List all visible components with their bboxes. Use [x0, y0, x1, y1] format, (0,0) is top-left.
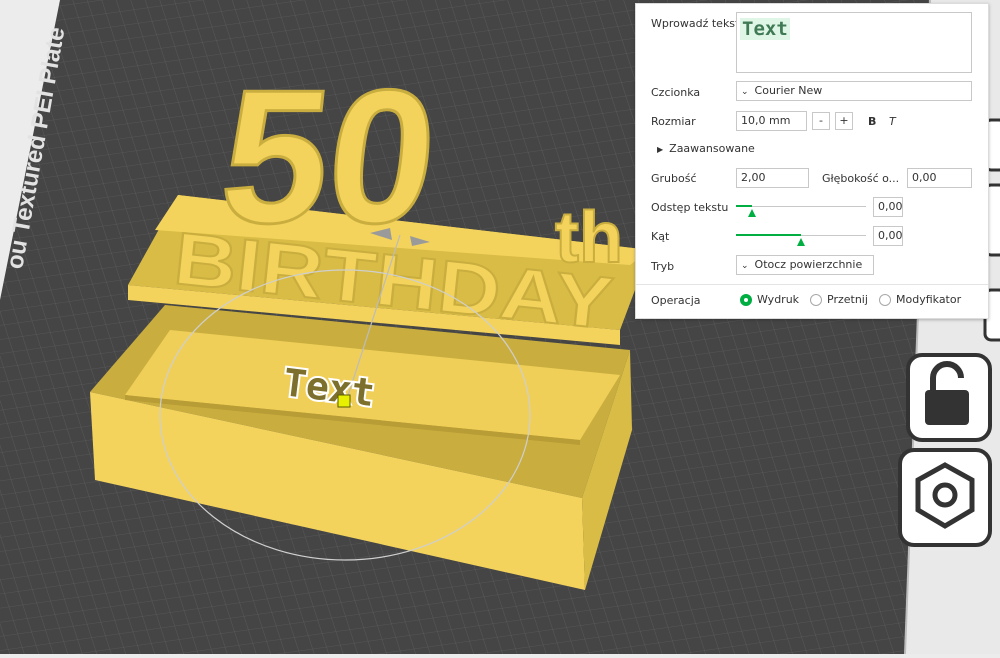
spacing-label: Odstęp tekstu: [651, 201, 729, 214]
font-select-value: Courier New: [754, 84, 823, 97]
operation-print-label: Wydruk: [757, 293, 800, 306]
depth-label: Głębokość o...: [822, 172, 900, 185]
depth-input[interactable]: 0,00: [907, 168, 972, 188]
radio-icon: [810, 294, 822, 306]
nut-icon[interactable]: [898, 448, 992, 547]
angle-slider[interactable]: [736, 228, 866, 248]
operation-modifier-label: Modyfikator: [896, 293, 962, 306]
mode-select-value: Otocz powierzchnie: [754, 258, 863, 271]
triangle-right-icon: ▶: [657, 145, 664, 154]
angle-slider-fill: [736, 234, 801, 236]
text-input-value: Text: [740, 18, 790, 40]
mode-label: Tryb: [651, 260, 675, 273]
spacing-input[interactable]: 0,00: [873, 197, 903, 217]
spacing-slider-track: [736, 206, 866, 207]
radio-icon: [740, 294, 752, 306]
operation-cut-label: Przetnij: [827, 293, 868, 306]
angle-input-value: 0,00: [878, 229, 903, 242]
thickness-label: Grubość: [651, 172, 697, 185]
radio-icon: [879, 294, 891, 306]
text-input-label: Wprowadź tekst: [651, 17, 740, 30]
angle-slider-thumb[interactable]: [797, 238, 805, 246]
advanced-label: Zaawansowane: [669, 142, 755, 155]
angle-label: Kąt: [651, 230, 670, 243]
chevron-down-icon: ⌄: [741, 261, 749, 271]
size-input-value: 10,0 mm: [741, 114, 791, 127]
thickness-input-value: 2,00: [741, 171, 766, 184]
thickness-input[interactable]: 2,00: [736, 168, 809, 188]
size-decrease-button[interactable]: -: [812, 112, 830, 130]
text-anchor-handle[interactable]: [337, 394, 351, 408]
angle-input[interactable]: 0,00: [873, 226, 903, 246]
italic-button[interactable]: T: [889, 115, 896, 128]
operation-label: Operacja: [651, 294, 701, 307]
size-label: Rozmiar: [651, 115, 696, 128]
text-input[interactable]: Text: [736, 12, 972, 73]
mode-select[interactable]: ⌄ Otocz powierzchnie: [736, 255, 874, 275]
font-select[interactable]: ⌄ Courier New: [736, 81, 972, 101]
spacing-slider[interactable]: [736, 199, 866, 219]
advanced-toggle[interactable]: ▶ Zaawansowane: [657, 142, 755, 155]
depth-input-value: 0,00: [912, 171, 937, 184]
bold-button[interactable]: B: [868, 115, 876, 128]
spacing-input-value: 0,00: [878, 200, 903, 213]
size-input[interactable]: 10,0 mm: [736, 111, 807, 131]
panel-divider: [636, 284, 988, 285]
lock-open-icon[interactable]: [906, 353, 992, 442]
spacing-slider-fill: [736, 205, 752, 207]
font-label: Czcionka: [651, 86, 701, 99]
text-tool-panel: Wprowadź tekst Text Czcionka ⌄ Courier Ne…: [635, 3, 989, 319]
spacing-slider-thumb[interactable]: [747, 209, 756, 217]
chevron-down-icon: ⌄: [741, 87, 749, 97]
size-increase-button[interactable]: +: [835, 112, 853, 130]
